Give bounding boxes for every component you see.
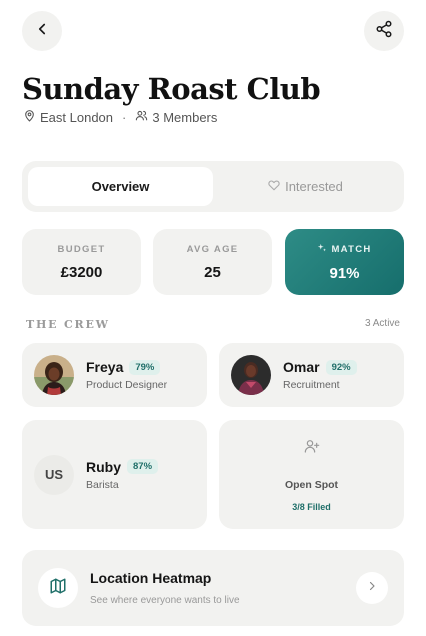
heatmap-open-button[interactable] (356, 572, 388, 604)
avatar (231, 355, 271, 395)
back-button[interactable] (22, 11, 62, 51)
match-badge: 87% (127, 459, 159, 474)
club-meta: East London · 3 Members (23, 109, 217, 125)
match-badge: 92% (325, 359, 357, 375)
heatmap-title: Location Heatmap (90, 570, 212, 586)
active-count: 3 Active (364, 318, 400, 329)
heatmap-subtitle: See where everyone wants to live (90, 595, 240, 606)
page-title: Sunday Roast Club (22, 72, 321, 106)
open-spot-label: Open Spot (284, 478, 339, 491)
share-button[interactable] (364, 11, 404, 51)
tab-label: Overview (91, 179, 150, 194)
members-count: 3 Members (135, 109, 217, 125)
match-badge: 79% (129, 359, 161, 375)
stat-label: AVG AGE (186, 243, 239, 255)
stat-value: £3200 (60, 263, 103, 281)
stat-value: 91% (329, 264, 360, 282)
location-label: East London (40, 109, 114, 125)
add-user-icon (304, 438, 320, 459)
share-icon (375, 20, 393, 43)
location-heatmap-card[interactable]: Location Heatmap See where everyone want… (22, 550, 404, 626)
member-card-freya[interactable]: Freya 79% Product Designer (22, 343, 207, 407)
member-card-ruby[interactable]: US Ruby 87% Barista (22, 420, 207, 529)
member-card-omar[interactable]: Omar 92% Recruitment (219, 343, 404, 407)
member-role: Product Designer (86, 379, 168, 391)
map-pin-icon (23, 109, 40, 125)
users-icon (135, 109, 152, 125)
tab-overview[interactable]: Overview (28, 167, 213, 206)
match-label: MATCH (331, 243, 372, 255)
map-icon (49, 577, 67, 600)
tab-label: Interested (285, 179, 343, 194)
meta-separator: · (122, 109, 127, 125)
member-name: Omar (283, 359, 320, 375)
member-name: Freya (86, 359, 124, 375)
tab-bar: Overview Interested (22, 161, 404, 212)
heart-icon (268, 179, 285, 194)
open-spot-card[interactable]: Open Spot 3/8 Filled (219, 420, 404, 529)
chevron-right-icon (366, 579, 378, 597)
location: East London (23, 109, 113, 125)
match-stat: MATCH 91% (285, 229, 404, 295)
map-icon-wrap (38, 568, 78, 608)
member-role: Barista (86, 478, 119, 491)
stat-value: 25 (204, 263, 221, 281)
section-title: THE CREW (26, 318, 110, 331)
avatar: US (34, 454, 74, 495)
tab-interested[interactable]: Interested (213, 167, 398, 206)
members-label: 3 Members (152, 109, 218, 125)
sparkle-icon (317, 243, 331, 256)
avatar (34, 355, 74, 395)
filled-count: 3/8 Filled (292, 501, 331, 512)
member-name: Ruby (86, 458, 121, 475)
stat-label: MATCH (317, 243, 371, 256)
budget-stat: BUDGET £3200 (22, 229, 141, 295)
stat-label: BUDGET (57, 243, 106, 255)
member-role: Recruitment (283, 379, 340, 391)
avg-age-stat: AVG AGE 25 (153, 229, 272, 295)
chevron-left-icon (33, 20, 51, 43)
